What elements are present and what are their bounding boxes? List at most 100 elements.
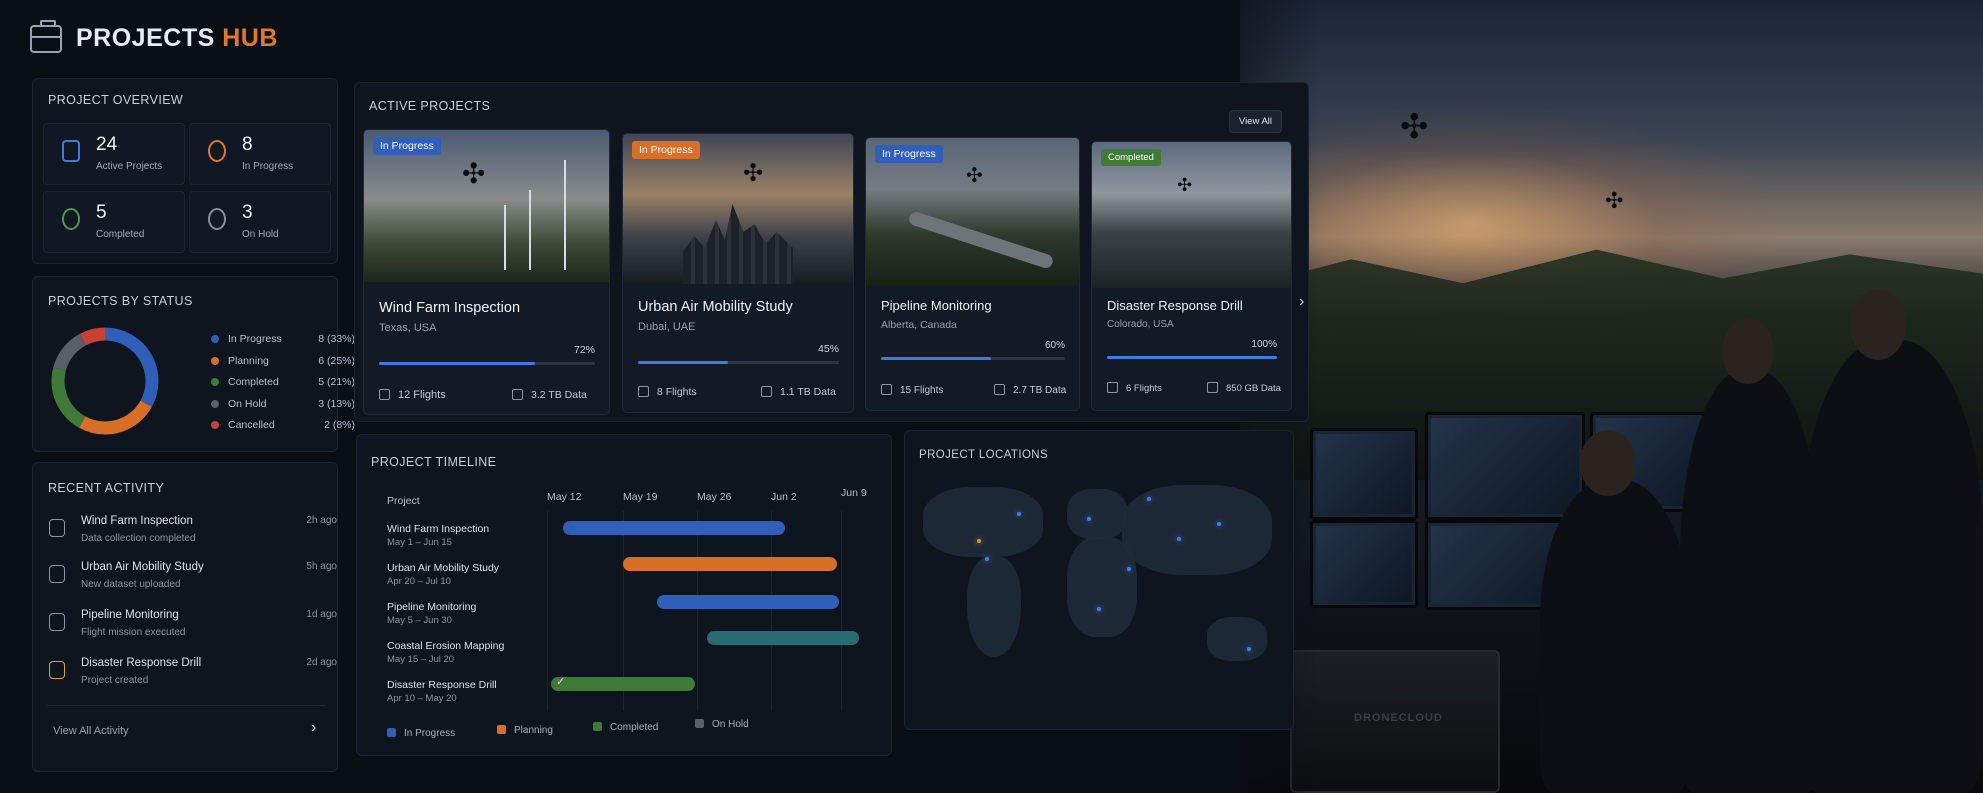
equipment-case: DRONECLOUD <box>1290 650 1500 793</box>
legend-dot <box>211 421 219 429</box>
card-flights: 15 Flights <box>881 384 943 396</box>
card-progress: 100% <box>1251 339 1277 350</box>
pause-circle-icon <box>208 208 226 230</box>
card-title: Urban Air Mobility Study <box>638 299 793 315</box>
activity-item[interactable]: Disaster Response Drill Project created … <box>47 655 337 697</box>
activity-item[interactable]: Wind Farm Inspection Data collection com… <box>47 513 337 555</box>
folder-icon <box>62 140 80 162</box>
world-map[interactable] <box>917 477 1277 709</box>
card-title: Disaster Response Drill <box>1107 298 1243 313</box>
timeline-row-dates: May 5 – Jun 30 <box>387 615 452 626</box>
project-card[interactable]: ✣ In Progress Wind Farm Inspection Texas… <box>363 129 610 415</box>
project-overview-panel: PROJECT OVERVIEW 24 Active Projects 8 In… <box>32 78 338 264</box>
legend-value: 3 (13%) <box>318 397 355 410</box>
legend-label: On Hold <box>228 397 267 410</box>
card-data: 2.7 TB Data <box>994 384 1066 396</box>
stat-on-hold[interactable]: 3 On Hold <box>189 191 331 253</box>
chevron-right-icon[interactable]: › <box>311 719 316 737</box>
status-badge: In Progress <box>373 137 441 155</box>
timeline-row-dates: May 15 – Jul 20 <box>387 654 455 665</box>
drone-icon: ✣ <box>966 165 983 187</box>
background-scene: ✣ ✣ DRONECLOUD <box>1240 0 1983 793</box>
drone-icon <box>1107 382 1118 393</box>
timeline-legend-item: Planning <box>497 725 553 736</box>
check-circle-icon <box>62 208 80 230</box>
progress-bar <box>379 362 595 365</box>
legend-label: In Progress <box>228 333 282 345</box>
timeline-row-title: Pipeline Monitoring <box>387 601 477 613</box>
turbine-icon <box>529 190 531 270</box>
new-project-icon <box>49 661 65 679</box>
operator-head <box>1580 430 1636 496</box>
timeline-row-dates: Apr 10 – May 20 <box>387 693 457 704</box>
progress-bar <box>1107 356 1277 359</box>
status-title: PROJECTS BY STATUS <box>48 294 193 308</box>
monitor <box>1310 428 1418 520</box>
stat-completed[interactable]: 5 Completed <box>43 191 185 253</box>
database-icon <box>1207 382 1218 393</box>
timeline-column: May 19 <box>623 491 658 503</box>
active-projects-title: ACTIVE PROJECTS <box>369 99 491 113</box>
card-data: 850 GB Data <box>1207 382 1281 394</box>
timeline-column: Jun 9 <box>841 487 867 499</box>
card-flights: 12 Flights <box>379 389 446 401</box>
overview-title: PROJECT OVERVIEW <box>48 93 184 107</box>
database-icon <box>512 389 523 400</box>
timeline-legend-item: On Hold <box>695 719 749 730</box>
timeline-bar[interactable] <box>563 521 785 535</box>
activity-item[interactable]: Urban Air Mobility Study New dataset upl… <box>47 559 337 601</box>
timeline-row-dates: Apr 20 – Jul 10 <box>387 576 451 587</box>
database-icon <box>994 384 1005 395</box>
legend-value: 8 (33%) <box>318 333 355 345</box>
legend-label: Planning <box>228 354 269 367</box>
upload-icon <box>49 565 65 583</box>
locations-title: PROJECT LOCATIONS <box>919 449 1049 461</box>
progress-icon <box>208 140 226 162</box>
brand: PROJECTS HUB <box>30 19 278 53</box>
timeline-row-dates: May 1 – Jun 15 <box>387 537 452 548</box>
view-all-button[interactable]: View All <box>1228 110 1282 133</box>
project-card[interactable]: ✣ In Progress Urban Air Mobility Study D… <box>622 133 854 413</box>
card-location: Texas, USA <box>379 322 437 334</box>
project-timeline-panel: PROJECT TIMELINE Project May 12 May 19 M… <box>356 434 892 756</box>
timeline-bar[interactable] <box>707 631 859 645</box>
card-location: Colorado, USA <box>1107 319 1174 330</box>
card-progress: 45% <box>817 343 839 355</box>
turbine-icon <box>504 205 506 270</box>
monitor <box>1425 412 1585 520</box>
operator-head <box>1850 290 1906 360</box>
card-location: Dubai, UAE <box>638 321 696 333</box>
status-badge: Completed <box>1101 149 1161 166</box>
view-all-activity-link[interactable]: View All Activity <box>53 725 129 737</box>
legend-value: 2 (8%) <box>324 419 355 431</box>
card-data: 3.2 TB Data <box>512 389 587 401</box>
card-location: Alberta, Canada <box>881 319 957 331</box>
operator-person <box>1800 340 1983 793</box>
drone-icon: ✣ <box>1605 188 1624 213</box>
drone-icon: ✣ <box>1400 108 1429 146</box>
timeline-legend-item: In Progress <box>387 728 455 739</box>
timeline-bar[interactable] <box>623 557 837 571</box>
timeline-row-title: Disaster Response Drill <box>387 679 497 691</box>
activity-item[interactable]: Pipeline Monitoring Flight mission execu… <box>47 607 337 649</box>
legend-value: 5 (21%) <box>318 376 355 388</box>
drone-icon: ✣ <box>743 160 764 187</box>
status-legend-item: On Hold 3 (13%) <box>211 398 355 410</box>
activity-title: RECENT ACTIVITY <box>48 481 165 495</box>
project-card[interactable]: ✣ Completed Disaster Response Drill Colo… <box>1091 141 1292 411</box>
legend-label: Completed <box>228 376 279 388</box>
card-progress: 72% <box>573 344 595 356</box>
shield-icon <box>49 519 65 537</box>
chevron-right-icon[interactable]: › <box>1299 293 1304 311</box>
stat-in-progress[interactable]: 8 In Progress <box>189 123 331 185</box>
project-card[interactable]: ✣ In Progress Pipeline Monitoring Albert… <box>865 137 1080 411</box>
city-skyline <box>683 204 793 284</box>
stat-active-projects[interactable]: 24 Active Projects <box>43 123 185 185</box>
timeline-bar[interactable]: ✓ <box>551 676 695 691</box>
turbine-icon <box>564 160 566 270</box>
timeline-row-title: Wind Farm Inspection <box>387 523 490 535</box>
project-locations-panel: PROJECT LOCATIONS <box>904 430 1294 730</box>
drone-icon: ✣ <box>1177 175 1193 195</box>
timeline-bar[interactable] <box>657 595 839 609</box>
pipeline-shape <box>907 210 1055 270</box>
